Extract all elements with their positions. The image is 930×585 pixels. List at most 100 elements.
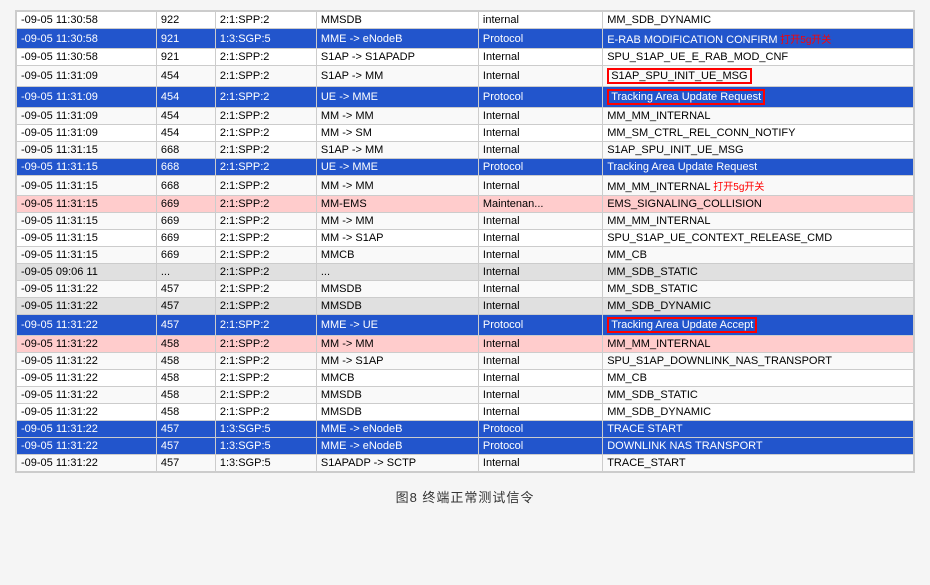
- direction-cell: MME -> UE: [316, 315, 478, 336]
- direction-cell: ...: [316, 264, 478, 281]
- node-cell: 2:1:SPP:2: [215, 196, 316, 213]
- id-cell: 454: [156, 87, 215, 108]
- direction-cell: MM -> SM: [316, 125, 478, 142]
- id-cell: 669: [156, 230, 215, 247]
- table-row: -09-05 11:31:156692:1:SPP:2MMCBInternalM…: [17, 247, 914, 264]
- time-cell: -09-05 11:31:15: [17, 247, 157, 264]
- message-cell: SPU_S1AP_DOWNLINK_NAS_TRANSPORT: [603, 353, 914, 370]
- type-cell: Internal: [478, 298, 602, 315]
- type-cell: Internal: [478, 142, 602, 159]
- time-cell: -09-05 11:31:15: [17, 213, 157, 230]
- type-cell: Internal: [478, 455, 602, 472]
- direction-cell: MM -> MM: [316, 336, 478, 353]
- time-cell: -09-05 11:31:15: [17, 159, 157, 176]
- table-row: -09-05 11:31:224572:1:SPP:2MME -> UEProt…: [17, 315, 914, 336]
- table-row: -09-05 11:31:224582:1:SPP:2MM -> S1APInt…: [17, 353, 914, 370]
- node-cell: 2:1:SPP:2: [215, 264, 316, 281]
- direction-cell: MM-EMS: [316, 196, 478, 213]
- direction-cell: MMCB: [316, 247, 478, 264]
- type-cell: Internal: [478, 66, 602, 87]
- id-cell: 458: [156, 370, 215, 387]
- time-cell: -09-05 11:31:22: [17, 370, 157, 387]
- time-cell: -09-05 11:31:22: [17, 298, 157, 315]
- node-cell: 2:1:SPP:2: [215, 142, 316, 159]
- table-row: -09-05 11:31:224582:1:SPP:2MMSDBInternal…: [17, 404, 914, 421]
- node-cell: 2:1:SPP:2: [215, 176, 316, 196]
- table-row: -09-05 09:06 11...2:1:SPP:2...InternalMM…: [17, 264, 914, 281]
- node-cell: 2:1:SPP:2: [215, 213, 316, 230]
- type-cell: Internal: [478, 353, 602, 370]
- id-cell: 454: [156, 66, 215, 87]
- id-cell: 457: [156, 281, 215, 298]
- table-row: -09-05 11:30:589211:3:SGP:5MME -> eNodeB…: [17, 29, 914, 49]
- id-cell: 668: [156, 142, 215, 159]
- message-cell: EMS_SIGNALING_COLLISION: [603, 196, 914, 213]
- table-row: -09-05 11:31:156682:1:SPP:2S1AP -> MMInt…: [17, 142, 914, 159]
- direction-cell: MM -> MM: [316, 176, 478, 196]
- type-cell: Internal: [478, 404, 602, 421]
- node-cell: 1:3:SGP:5: [215, 438, 316, 455]
- direction-cell: MMSDB: [316, 387, 478, 404]
- time-cell: -09-05 11:31:22: [17, 336, 157, 353]
- table-row: -09-05 11:31:224571:3:SGP:5MME -> eNodeB…: [17, 421, 914, 438]
- time-cell: -09-05 11:30:58: [17, 29, 157, 49]
- type-cell: Internal: [478, 247, 602, 264]
- time-cell: -09-05 11:31:22: [17, 421, 157, 438]
- node-cell: 2:1:SPP:2: [215, 12, 316, 29]
- table-row: -09-05 11:31:094542:1:SPP:2S1AP -> MMInt…: [17, 66, 914, 87]
- type-cell: Protocol: [478, 159, 602, 176]
- time-cell: -09-05 11:31:09: [17, 108, 157, 125]
- table-row: -09-05 11:31:094542:1:SPP:2MM -> SMInter…: [17, 125, 914, 142]
- type-cell: Internal: [478, 370, 602, 387]
- direction-cell: MMSDB: [316, 12, 478, 29]
- table-row: -09-05 11:30:589222:1:SPP:2MMSDBinternal…: [17, 12, 914, 29]
- node-cell: 2:1:SPP:2: [215, 66, 316, 87]
- table-row: -09-05 11:31:094542:1:SPP:2UE -> MMEProt…: [17, 87, 914, 108]
- direction-cell: UE -> MME: [316, 159, 478, 176]
- node-cell: 1:3:SGP:5: [215, 455, 316, 472]
- direction-cell: MM -> MM: [316, 213, 478, 230]
- type-cell: Protocol: [478, 29, 602, 49]
- type-cell: Maintenan...: [478, 196, 602, 213]
- type-cell: Protocol: [478, 421, 602, 438]
- id-cell: 457: [156, 421, 215, 438]
- time-cell: -09-05 11:31:15: [17, 142, 157, 159]
- type-cell: Internal: [478, 336, 602, 353]
- message-cell: MM_SM_CTRL_REL_CONN_NOTIFY: [603, 125, 914, 142]
- time-cell: -09-05 11:31:15: [17, 196, 157, 213]
- message-cell: MM_MM_INTERNAL: [603, 108, 914, 125]
- message-cell: MM_SDB_DYNAMIC: [603, 298, 914, 315]
- node-cell: 1:3:SGP:5: [215, 421, 316, 438]
- time-cell: -09-05 11:31:22: [17, 438, 157, 455]
- id-cell: 457: [156, 438, 215, 455]
- id-cell: 668: [156, 176, 215, 196]
- type-cell: Internal: [478, 264, 602, 281]
- table-row: -09-05 11:31:156692:1:SPP:2MM -> MMInter…: [17, 213, 914, 230]
- time-cell: -09-05 11:31:09: [17, 66, 157, 87]
- type-cell: Internal: [478, 125, 602, 142]
- message-cell: S1AP_SPU_INIT_UE_MSG: [603, 66, 914, 87]
- table-row: -09-05 11:31:224582:1:SPP:2MMCBInternalM…: [17, 370, 914, 387]
- message-cell: MM_CB: [603, 247, 914, 264]
- node-cell: 2:1:SPP:2: [215, 404, 316, 421]
- message-cell: SPU_S1AP_UE_E_RAB_MOD_CNF: [603, 49, 914, 66]
- direction-cell: MME -> eNodeB: [316, 438, 478, 455]
- direction-cell: S1APADP -> SCTP: [316, 455, 478, 472]
- table-row: -09-05 11:31:224582:1:SPP:2MM -> MMInter…: [17, 336, 914, 353]
- table-row: -09-05 11:31:156692:1:SPP:2MM-EMSMainten…: [17, 196, 914, 213]
- id-cell: ...: [156, 264, 215, 281]
- id-cell: 458: [156, 353, 215, 370]
- time-cell: -09-05 11:31:09: [17, 125, 157, 142]
- node-cell: 2:1:SPP:2: [215, 387, 316, 404]
- figure-caption: 图8 终端正常测试信令: [396, 487, 535, 506]
- id-cell: 454: [156, 108, 215, 125]
- time-cell: -09-05 11:31:22: [17, 387, 157, 404]
- direction-cell: S1AP -> MM: [316, 66, 478, 87]
- node-cell: 2:1:SPP:2: [215, 315, 316, 336]
- message-cell: MM_SDB_STATIC: [603, 264, 914, 281]
- type-cell: Internal: [478, 387, 602, 404]
- type-cell: Internal: [478, 49, 602, 66]
- node-cell: 2:1:SPP:2: [215, 87, 316, 108]
- time-cell: -09-05 11:30:58: [17, 49, 157, 66]
- type-cell: Protocol: [478, 87, 602, 108]
